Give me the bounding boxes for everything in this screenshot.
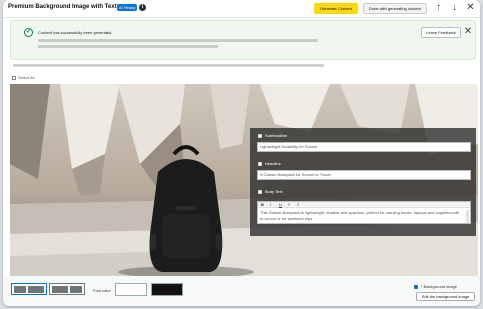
arrow-down-icon[interactable]: ↓ xyxy=(448,1,461,15)
body-text-editor[interactable]: B I U ≡ ≡ This Classic Backpack is light… xyxy=(257,201,471,224)
leave-feedback-button[interactable]: Leave Feedback xyxy=(421,27,461,38)
bold-button[interactable]: B xyxy=(261,202,264,208)
placeholder-bar xyxy=(13,64,324,67)
close-alert-icon[interactable]: ✕ xyxy=(462,26,474,38)
italic-button[interactable]: I xyxy=(270,202,271,208)
ai-ready-badge: AI Ready xyxy=(117,4,138,11)
module-header: Premium Background Image with Text AI Re… xyxy=(3,0,480,17)
module-editor: Premium Background Image with Text AI Re… xyxy=(3,0,480,306)
font-color-black-swatch[interactable] xyxy=(151,283,183,296)
style-toolbar: Font color * Background image Edit the b… xyxy=(3,276,480,306)
layout-thumb-block xyxy=(14,286,26,293)
generate-content-button[interactable]: Generate Content xyxy=(314,3,358,14)
body-text-label: Body Text xyxy=(265,189,283,194)
body-text-content[interactable]: This Classic Backpack is lightweight, du… xyxy=(260,210,460,222)
subheadline-input[interactable]: Lightweight Durability for School xyxy=(257,142,471,152)
body-text-checkbox[interactable] xyxy=(258,190,262,194)
layout-thumb-block xyxy=(28,286,44,293)
subheadline-label: Subheadline xyxy=(265,133,288,138)
arrow-up-icon[interactable]: ↑ xyxy=(432,1,445,15)
select-all-checkbox[interactable]: Select All xyxy=(12,75,34,81)
layout-thumb-block xyxy=(52,286,68,293)
placeholder-line xyxy=(38,45,218,48)
font-color-white-swatch[interactable] xyxy=(115,283,147,296)
checkbox-icon xyxy=(12,75,16,80)
background-image-checkbox[interactable] xyxy=(414,285,418,289)
layout-option-2[interactable] xyxy=(49,283,85,295)
rich-text-toolbar: B I U ≡ ≡ xyxy=(258,202,470,208)
edit-background-button[interactable]: Edit the background image xyxy=(416,292,475,301)
close-icon[interactable]: ✕ xyxy=(464,1,477,15)
bulleted-list-button[interactable]: ≡ xyxy=(288,202,290,208)
info-icon[interactable]: i xyxy=(139,4,146,11)
background-image: Subheadline Lightweight Durability for S… xyxy=(10,84,478,276)
headline-input[interactable]: A Classic Backpack for School or Travel xyxy=(257,170,471,180)
layout-option-1[interactable] xyxy=(11,283,47,295)
select-all-label: Select All xyxy=(18,75,35,80)
placeholder-line xyxy=(38,39,318,42)
check-circle-icon: ✓ xyxy=(24,28,33,37)
background-image-label: * Background image xyxy=(421,284,458,289)
headline-checkbox[interactable] xyxy=(258,162,262,166)
done-generating-button[interactable]: Done with generating content xyxy=(363,3,427,14)
alert-message: Content has successfully been generated xyxy=(38,30,112,35)
numbered-list-button[interactable]: ≡ xyxy=(297,202,299,208)
editor-scrollbar[interactable] xyxy=(466,210,469,223)
layout-thumb-block xyxy=(70,286,82,293)
subheadline-checkbox[interactable] xyxy=(258,134,262,138)
underline-button[interactable]: U xyxy=(279,202,282,208)
success-alert: ✓ Content has successfully been generate… xyxy=(10,20,476,60)
headline-label: Headline xyxy=(265,161,281,166)
module-title: Premium Background Image with Text xyxy=(8,4,117,10)
header-divider xyxy=(3,17,480,18)
text-overlay-panel: Subheadline Lightweight Durability for S… xyxy=(250,128,476,236)
font-color-label: Font color xyxy=(93,288,111,293)
